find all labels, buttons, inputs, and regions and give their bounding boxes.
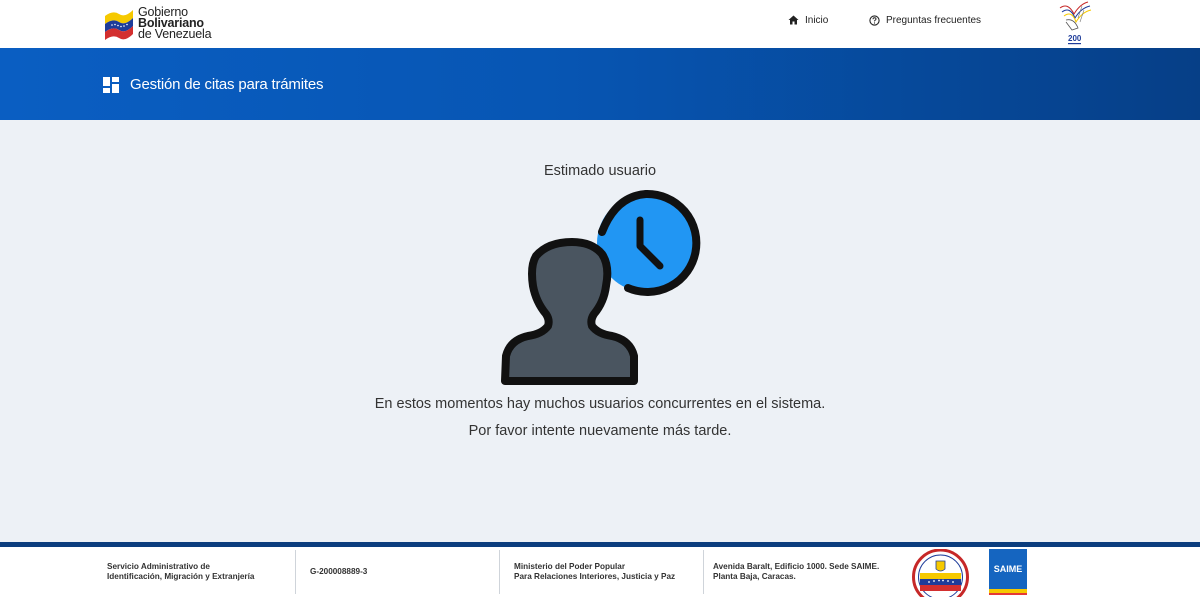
footer-address: Avenida Baralt, Edificio 1000. Sede SAIM…	[713, 547, 903, 597]
home-icon	[788, 15, 799, 25]
nav-link-preguntas-frecuentes[interactable]: Preguntas frecuentes	[869, 13, 981, 27]
footer-ministry-line1: Ministerio del Poder Popular	[514, 562, 626, 571]
page-title: Gestión de citas para trámites	[130, 76, 324, 93]
footer: Servicio Administrativo de Identificació…	[0, 547, 1200, 597]
nav-link-inicio[interactable]: Inicio	[788, 13, 828, 27]
title-band: Gestión de citas para trámites	[0, 48, 1200, 120]
footer-ministry-line2: Para Relaciones Interiores, Justicia y P…	[514, 572, 676, 581]
footer-address-line2: Planta Baja, Caracas.	[713, 572, 796, 581]
footer-rif: G-200008889-3	[310, 547, 490, 597]
footer-rif-value: G-200008889-3	[310, 567, 368, 576]
footer-ministry: Ministerio del Poder Popular Para Relaci…	[514, 547, 694, 597]
footer-separator	[295, 550, 296, 594]
footer-separator	[499, 550, 500, 594]
saime-logo[interactable]: SAIME	[989, 549, 1027, 595]
venezuela-flag-icon	[105, 10, 133, 40]
saime-stripe-red	[989, 593, 1027, 595]
saime-logo-text: SAIME	[993, 564, 1023, 574]
greeting-heading: Estimado usuario	[543, 163, 657, 179]
gov-logo-line3: de Venezuela	[138, 26, 212, 41]
concurrency-message: En estos momentos hay muchos usuarios co…	[374, 396, 826, 412]
question-circle-icon	[869, 14, 880, 26]
top-header: Gobierno Bolivariano de Venezuela Inicio…	[0, 0, 1200, 48]
dashboard-grid-icon	[103, 77, 119, 93]
footer-org-line2: Identificación, Migración y Extranjería	[107, 572, 255, 581]
retry-message: Por favor intente nuevamente más tarde.	[468, 423, 732, 439]
bicentennial-emblem[interactable]: 200	[1054, 0, 1094, 47]
footer-address-line1: Avenida Baralt, Edificio 1000. Sede SAIM…	[713, 562, 880, 571]
ministry-seal-icon[interactable]	[912, 549, 969, 597]
clock-icon	[597, 189, 701, 296]
nav-label-inicio: Inicio	[805, 14, 829, 26]
user-clock-icon	[501, 189, 701, 385]
footer-separator	[703, 550, 704, 594]
gobierno-bolivariano-logo[interactable]: Gobierno Bolivariano de Venezuela	[103, 4, 223, 42]
emblem-text: 200	[1068, 34, 1082, 43]
gov-logo-text: Gobierno Bolivariano de Venezuela	[138, 5, 212, 41]
footer-org-line1: Servicio Administrativo de	[107, 562, 210, 571]
footer-org: Servicio Administrativo de Identificació…	[107, 547, 287, 597]
nav-label-preguntas-frecuentes: Preguntas frecuentes	[886, 14, 982, 26]
